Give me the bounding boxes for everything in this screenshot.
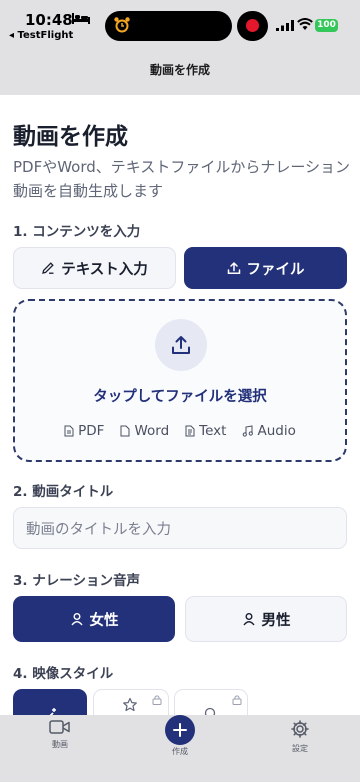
title-section-label: 2. 動画タイトル: [13, 484, 114, 500]
file-type-text: Text: [185, 423, 226, 439]
page-title: 動画を作成: [13, 124, 128, 150]
top-bar: 10:48 ◂ TestFlight 100 動画を作成: [0, 0, 360, 95]
voice-male-button[interactable]: 男性: [185, 596, 347, 642]
file-type-audio: Audio: [242, 423, 296, 439]
sleep-focus-icon: [72, 13, 90, 24]
style-option-star[interactable]: [93, 689, 169, 715]
status-time: 10:48: [25, 11, 73, 29]
lock-icon: [232, 695, 242, 705]
file-drop-zone[interactable]: タップしてファイルを選択 PDF Word Text Audio: [13, 299, 347, 462]
tab-create[interactable]: 作成: [145, 715, 215, 757]
style-option-selected[interactable]: [13, 689, 87, 715]
tab-create-label: 作成: [172, 747, 188, 756]
person-icon: [70, 613, 83, 626]
text-input-label: テキスト入力: [61, 261, 148, 278]
style-section-label: 4. 映像スタイル: [13, 666, 114, 682]
content-section-label: 1. コンテンツを入力: [13, 224, 141, 240]
cellular-signal-icon: [276, 20, 294, 31]
file-type-list: PDF Word Text Audio: [15, 423, 345, 439]
nav-title: 動画を作成: [149, 63, 210, 77]
back-to-testflight[interactable]: ◂ TestFlight: [9, 30, 73, 41]
document-icon: [64, 425, 74, 437]
wifi-icon: [297, 18, 313, 30]
file-type-pdf: PDF: [64, 423, 104, 439]
lock-icon: [152, 695, 162, 705]
pencil-icon: [42, 262, 54, 274]
upload-icon: [172, 336, 190, 354]
tab-bar: 動画 作成 設定: [0, 715, 360, 782]
upload-circle: [155, 319, 207, 371]
tab-videos[interactable]: 動画: [25, 719, 95, 750]
music-note-icon: [243, 425, 254, 437]
text-file-icon: [185, 425, 195, 437]
plus-icon: [173, 723, 187, 737]
recording-dot-icon: [246, 19, 259, 32]
battery-indicator: 100: [315, 19, 338, 32]
style-option-search[interactable]: [174, 689, 248, 715]
upload-icon: [227, 261, 240, 275]
gear-icon: [291, 720, 309, 738]
tab-settings[interactable]: 設定: [265, 719, 335, 754]
star-icon: [123, 697, 137, 712]
file-button-label: ファイル: [246, 261, 305, 278]
search-icon: [204, 707, 216, 715]
tab-settings-label: 設定: [292, 744, 308, 753]
voice-section-label: 3. ナレーション音声: [13, 573, 140, 589]
main-content[interactable]: 動画を作成 PDFやWord、テキストファイルからナレーション動画を自動生成しま…: [0, 95, 360, 715]
voice-female-label: 女性: [89, 612, 119, 629]
create-fab[interactable]: [165, 715, 195, 745]
alarm-clock-icon: [114, 17, 130, 33]
page-subtitle: PDFやWord、テキストファイルからナレーション動画を自動生成します: [13, 158, 351, 200]
video-title-input[interactable]: 動画のタイトルを入力: [13, 507, 347, 549]
tab-videos-label: 動画: [52, 740, 68, 749]
file-icon: [120, 425, 130, 437]
drop-zone-title: タップしてファイルを選択: [93, 389, 267, 405]
voice-female-button[interactable]: 女性: [13, 596, 175, 642]
voice-male-label: 男性: [261, 612, 291, 629]
magic-wand-icon: [49, 708, 56, 715]
text-input-button[interactable]: テキスト入力: [13, 247, 176, 289]
video-camera-icon: [49, 720, 70, 734]
person-icon: [242, 613, 255, 626]
file-button[interactable]: ファイル: [184, 247, 347, 289]
file-type-word: Word: [120, 423, 169, 439]
